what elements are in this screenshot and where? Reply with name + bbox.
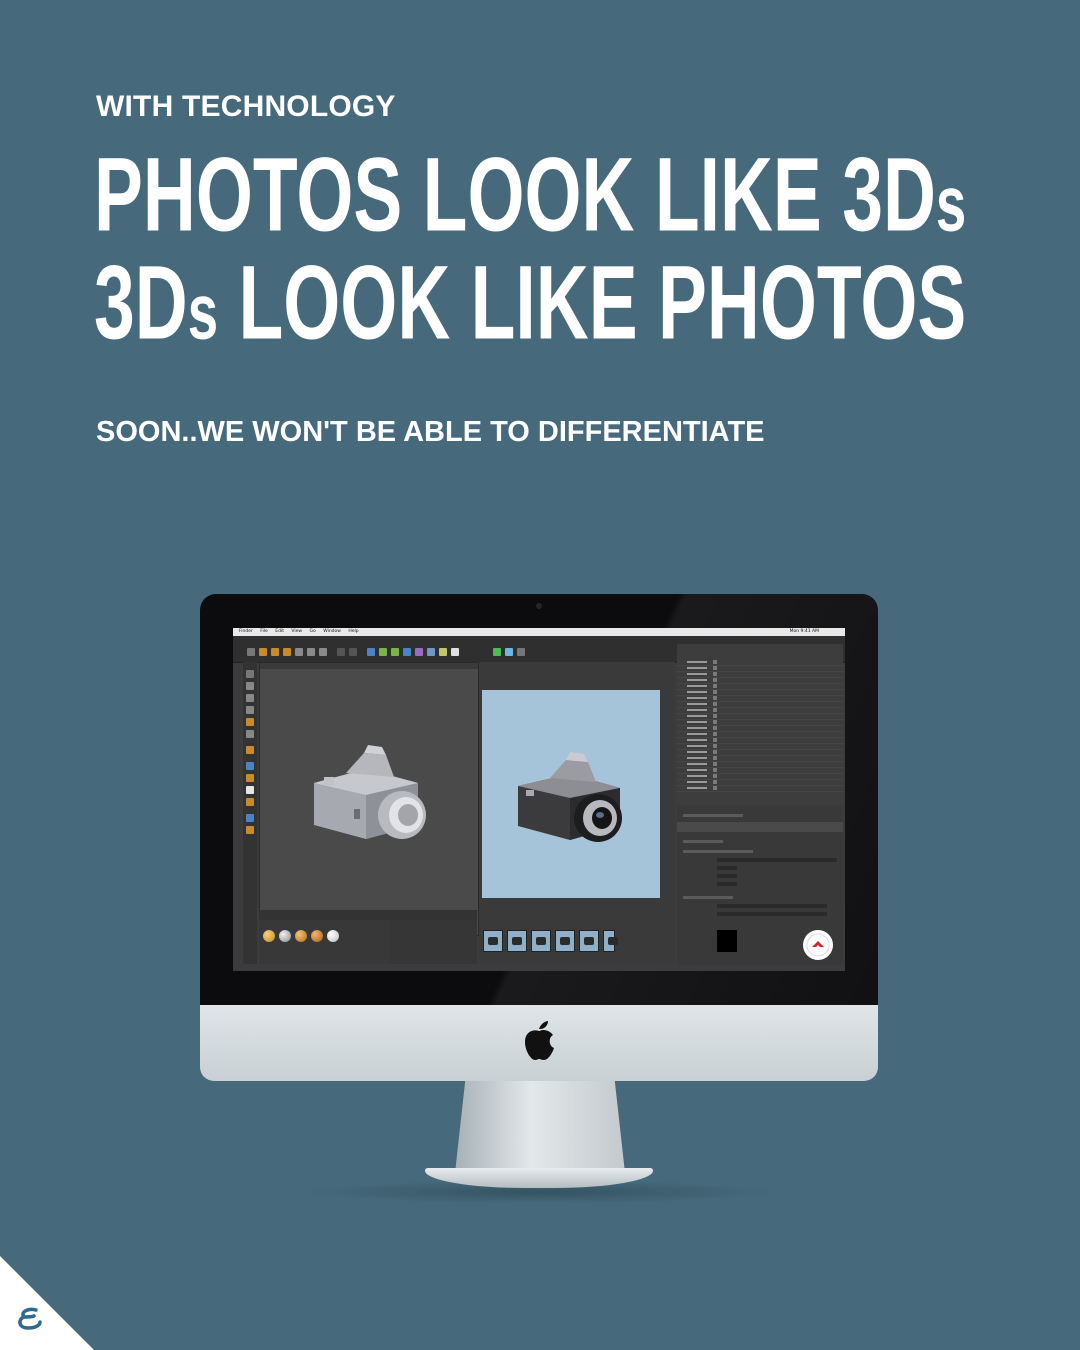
cube-icon[interactable] [367, 648, 375, 656]
nurbs-icon[interactable] [391, 648, 399, 656]
headline-line-2: 3Ds LOOK LIKE PHOTOS [94, 249, 966, 356]
camera-render-photoreal [518, 752, 622, 842]
material-swatch[interactable] [311, 930, 323, 942]
menu-item-edit[interactable]: Edit [275, 629, 284, 634]
attribute-field[interactable] [717, 904, 827, 908]
axis-x-icon[interactable] [295, 648, 303, 656]
mac-menu-bar: Finder File Edit View Go Window Help Mon… [233, 628, 845, 636]
palette-tool-3-icon[interactable] [246, 694, 254, 702]
cinema4d-logo-icon [803, 930, 833, 960]
move-tool-icon[interactable] [259, 648, 267, 656]
palette-tool-6-icon[interactable] [246, 730, 254, 738]
attribute-field[interactable] [717, 858, 837, 862]
viewport-menu-bar [260, 663, 478, 669]
palette-tool-7-icon[interactable] [246, 746, 254, 754]
headline-line-1: PHOTOS LOOK LIKE 3Ds [94, 141, 967, 248]
menu-items: Finder File Edit View Go Window Help [239, 628, 365, 636]
object-manager [677, 644, 843, 804]
attribute-label [683, 850, 753, 853]
menu-item-go[interactable]: Go [310, 629, 316, 634]
light-icon[interactable] [451, 648, 459, 656]
deformer-icon[interactable] [415, 648, 423, 656]
palette-tool-2-icon[interactable] [246, 682, 254, 690]
spline-icon[interactable] [379, 648, 387, 656]
palette-tool-11-icon[interactable] [246, 798, 254, 806]
viewport-perspective[interactable] [259, 662, 479, 936]
python-icon[interactable] [493, 648, 501, 656]
attribute-field[interactable] [717, 874, 737, 878]
picture-viewer [479, 662, 675, 964]
attribute-field[interactable] [717, 912, 827, 916]
menu-item-help[interactable]: Help [348, 629, 358, 634]
attribute-field[interactable] [717, 882, 737, 886]
undo-icon[interactable] [247, 648, 255, 656]
material-swatch[interactable] [327, 930, 339, 942]
palette-tool-4-icon[interactable] [246, 706, 254, 714]
axis-y-icon[interactable] [307, 648, 315, 656]
monitor-stand [455, 1081, 625, 1173]
attribute-label [683, 814, 743, 817]
object-row[interactable] [677, 786, 843, 792]
material-swatch[interactable] [295, 930, 307, 942]
array-icon[interactable] [403, 648, 411, 656]
monitor-screen: Finder File Edit View Go Window Help Mon… [233, 628, 845, 971]
scale-tool-icon[interactable] [271, 648, 279, 656]
palette-tool-10-icon[interactable] [246, 786, 254, 794]
settings-icon[interactable] [517, 648, 525, 656]
attribute-label [683, 896, 733, 899]
render-output [482, 690, 660, 898]
material-swatch[interactable] [279, 930, 291, 942]
material-manager [259, 920, 389, 964]
timeline[interactable] [259, 910, 477, 920]
layout-icon[interactable] [505, 648, 513, 656]
palette-tool-8-icon[interactable] [246, 762, 254, 770]
render-thumbnail[interactable] [579, 930, 599, 952]
palette-tool-5-icon[interactable] [246, 718, 254, 726]
palette-tool-1-icon[interactable] [246, 670, 254, 678]
render-thumbnail[interactable] [603, 930, 618, 952]
render-thumbnail[interactable] [531, 930, 551, 952]
palette-tool-12-icon[interactable] [246, 814, 254, 822]
tagline-text: SOON..WE WON'T BE ABLE TO DIFFERENTIATE [96, 416, 765, 448]
menu-item-file[interactable]: File [260, 629, 268, 634]
menu-item-finder[interactable]: Finder [239, 629, 253, 634]
rotate-tool-icon[interactable] [283, 648, 291, 656]
render-icon[interactable] [337, 648, 345, 656]
render-thumbnail[interactable] [507, 930, 527, 952]
coordinates-panel [389, 920, 477, 964]
corner-triangle [0, 1256, 94, 1350]
palette-tool-9-icon[interactable] [246, 774, 254, 782]
scene-icon[interactable] [427, 648, 435, 656]
render-thumbnail[interactable] [483, 930, 503, 952]
render-view-icon[interactable] [349, 648, 357, 656]
attribute-label [683, 840, 723, 843]
menu-item-window[interactable]: Window [323, 629, 341, 634]
image-preview [717, 930, 737, 952]
brand-logo-icon [18, 1307, 42, 1330]
attribute-field[interactable] [717, 866, 737, 870]
attribute-tabs[interactable] [677, 822, 843, 832]
camera-model-untextured [314, 745, 426, 839]
render-thumbnail[interactable] [555, 930, 575, 952]
material-swatch[interactable] [263, 930, 275, 942]
tool-palette [243, 662, 257, 964]
render-history [481, 930, 671, 952]
headline-line-2-suffix: s [187, 267, 219, 356]
headline-line-1-suffix: s [935, 159, 967, 248]
axis-z-icon[interactable] [319, 648, 327, 656]
headline-line-1-main: PHOTOS LOOK LIKE 3D [94, 135, 936, 253]
menu-bar-clock: Mon 9:41 AM [789, 629, 819, 634]
camera-tool-icon[interactable] [439, 648, 447, 656]
apple-logo-icon [525, 1021, 554, 1060]
headline-line-2-prefix: 3D [94, 243, 188, 361]
eyebrow-text: WITH TECHNOLOGY [96, 90, 396, 123]
menu-item-view[interactable]: View [291, 629, 302, 634]
palette-tool-13-icon[interactable] [246, 826, 254, 834]
headline-line-2-rest: LOOK LIKE PHOTOS [218, 243, 967, 361]
webcam-icon [536, 603, 542, 609]
